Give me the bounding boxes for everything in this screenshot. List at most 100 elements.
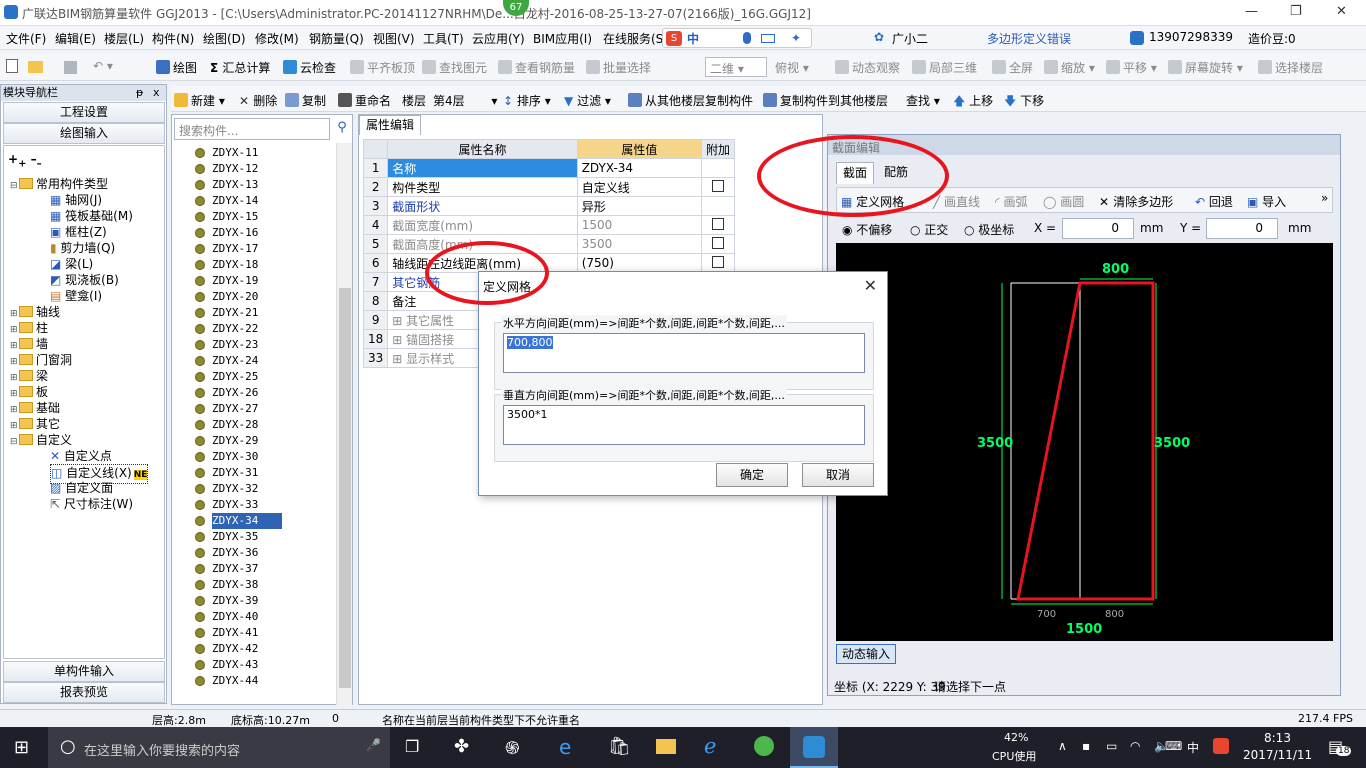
find-button[interactable]: 查找 ▾ [906, 92, 940, 109]
list-item[interactable]: ZDYX-31 [195, 465, 282, 481]
tree-node[interactable]: ▦ 轴网(J) [50, 192, 102, 208]
save-icon[interactable] [64, 61, 77, 74]
expand-icon[interactable]: ⊞ [392, 352, 406, 366]
list-item[interactable]: ZDYX-43 [195, 657, 282, 673]
copy-to-other-floor-button[interactable]: 复制构件到其他楼层 [763, 92, 888, 109]
new-file-icon[interactable] [6, 59, 18, 73]
list-item[interactable]: ZDYX-38 [195, 577, 282, 593]
list-item[interactable]: ZDYX-32 [195, 481, 282, 497]
drawing-input-button[interactable]: 绘图输入 [3, 123, 165, 144]
dialog-close-icon[interactable]: ✕ [864, 276, 877, 295]
list-item[interactable]: ZDYX-35 [195, 529, 282, 545]
tab-property-edit[interactable]: 属性编辑 [359, 115, 421, 135]
list-item[interactable]: ZDYX-36 [195, 545, 282, 561]
copy-from-other-floor-button[interactable]: 从其他楼层复制构件 [628, 92, 753, 109]
find-element-button[interactable]: 查找图元 [422, 59, 487, 76]
list-item[interactable]: ZDYX-33 [195, 497, 282, 513]
menu-tools[interactable]: 工具(T) [423, 30, 464, 47]
radio-polar[interactable]: ○ 极坐标 [964, 221, 1014, 238]
horizontal-spacing-input[interactable]: 700,800 [503, 333, 865, 373]
table-row[interactable]: 1 名称 ZDYX-34 [362, 158, 736, 178]
menu-bim[interactable]: BIM应用(I) [533, 30, 592, 47]
wifi-icon[interactable]: ◠ [1130, 739, 1140, 753]
list-item[interactable]: ZDYX-25 [195, 369, 282, 385]
taskbar-search-input[interactable]: 在这里输入你要搜索的内容 [84, 740, 240, 759]
menu-cloud[interactable]: 云应用(Y) [472, 30, 525, 47]
table-row[interactable]: 5 截面高度(mm) 3500 [362, 234, 736, 254]
draw-circle-button[interactable]: ◯ 画圆 [1043, 193, 1084, 210]
list-item[interactable]: ZDYX-37 [195, 561, 282, 577]
maximize-button[interactable]: ❐ [1290, 4, 1302, 19]
list-item[interactable]: ZDYX-29 [195, 433, 282, 449]
clock-time[interactable]: 8:13 [1264, 731, 1291, 745]
tree-node[interactable]: ◩ 现浇板(B) [50, 272, 119, 288]
move-down-button[interactable]: 🡇 下移 [1004, 92, 1044, 113]
list-item[interactable]: ZDYX-22 [195, 321, 282, 337]
single-component-input-button[interactable]: 单构件输入 [3, 661, 165, 682]
draw-arc-button[interactable]: ◜ 画弧 [995, 193, 1027, 210]
menu-view[interactable]: 视图(V) [373, 30, 415, 47]
radio-no-offset[interactable]: ◉ 不偏移 [842, 221, 892, 238]
top-view-button[interactable]: 俯视 ▾ [775, 59, 809, 76]
edge-icon[interactable]: e [559, 735, 571, 759]
table-row[interactable]: 6 轴线距左边线距离(mm) (750) [362, 253, 736, 273]
menu-file[interactable]: 文件(F) [6, 30, 46, 47]
table-row[interactable]: 4 截面宽度(mm) 1500 [362, 215, 736, 235]
expand-icon[interactable]: ⊞ [392, 333, 406, 347]
menu-edit[interactable]: 编辑(E) [55, 30, 96, 47]
radio-ortho[interactable]: ○ 正交 [910, 221, 948, 238]
menu-rebar-qty[interactable]: 钢筋量(Q) [309, 30, 364, 47]
ie-icon[interactable]: ℯ [704, 734, 716, 758]
start-icon[interactable]: ⊞ [14, 737, 29, 758]
tray-app-icon[interactable]: ▪ [1082, 739, 1090, 753]
expand-icon[interactable]: ⊞ [392, 314, 406, 328]
tree-node[interactable]: ▨ 自定义面 [50, 480, 113, 496]
draw-line-button[interactable]: ╱ 画直线 [933, 193, 980, 210]
checkbox[interactable] [711, 236, 724, 249]
tree-node[interactable]: ✕ 自定义点 [50, 448, 112, 464]
app-swirl-icon[interactable]: ֍ [505, 736, 520, 760]
cost-beans[interactable]: 造价豆:0 [1248, 30, 1296, 47]
vertical-spacing-input[interactable]: 3500*1 [503, 405, 865, 445]
move-up-button[interactable]: 🡅 上移 [953, 92, 993, 113]
list-item[interactable]: ZDYX-15 [195, 209, 282, 225]
tree-node[interactable]: ▮ 剪力墙(Q) [50, 240, 115, 256]
tree-node[interactable]: ◪ 梁(L) [50, 256, 93, 272]
input-language[interactable]: 中 [1187, 739, 1199, 756]
sogou-icon[interactable]: S [666, 31, 682, 46]
cloud-check-button[interactable]: 云检查 [283, 59, 336, 76]
user-phone[interactable]: 13907298339 [1149, 30, 1233, 44]
checkbox[interactable] [711, 179, 724, 192]
mic-icon[interactable] [743, 32, 751, 44]
copy-button[interactable]: 复制 [285, 92, 326, 109]
taskbar-search-box[interactable]: ○ 在这里输入你要搜索的内容 🎤 [48, 727, 390, 768]
nav-close-icon[interactable]: x [153, 85, 160, 100]
tree-node[interactable]: ▦ 筏板基础(M) [50, 208, 133, 224]
checkbox[interactable] [711, 217, 724, 230]
draw-button[interactable]: 绘图 [156, 59, 197, 76]
filter-button[interactable]: ▼ 过滤 ▾ [564, 92, 611, 109]
list-item[interactable]: ZDYX-13 [195, 177, 282, 193]
list-scrollbar[interactable] [336, 143, 352, 705]
list-item[interactable]: ZDYX-42 [195, 641, 282, 657]
batch-select-button[interactable]: 批量选择 [586, 59, 651, 76]
menu-floor[interactable]: 楼层(L) [104, 30, 144, 47]
cancel-button[interactable]: 取消 [802, 463, 874, 487]
menu-online[interactable]: 在线服务(S) [603, 30, 668, 47]
list-item[interactable]: ZDYX-12 [195, 161, 282, 177]
report-preview-button[interactable]: 报表预览 [3, 682, 165, 703]
battery-icon[interactable]: ▭ [1106, 739, 1117, 753]
tree-node[interactable]: ⇱ 尺寸标注(W) [50, 496, 133, 512]
list-item[interactable]: ZDYX-41 [195, 625, 282, 641]
component-search-input[interactable]: 搜索构件... [174, 118, 330, 140]
sort-button[interactable]: ↕ 排序 ▾ [503, 92, 551, 109]
list-item[interactable]: ZDYX-24 [195, 353, 282, 369]
ime-mode-label[interactable]: 中 [687, 30, 699, 47]
file-explorer-icon[interactable] [656, 739, 676, 754]
import-button[interactable]: ▣ 导入 [1247, 193, 1286, 210]
list-item[interactable]: ZDYX-27 [195, 401, 282, 417]
keyboard-tray-icon[interactable]: ⌨ [1165, 739, 1182, 753]
list-item[interactable]: ZDYX-17 [195, 241, 282, 257]
dynamic-input-button[interactable]: 动态输入 [836, 644, 896, 664]
mic-icon[interactable]: 🎤 [366, 738, 381, 752]
